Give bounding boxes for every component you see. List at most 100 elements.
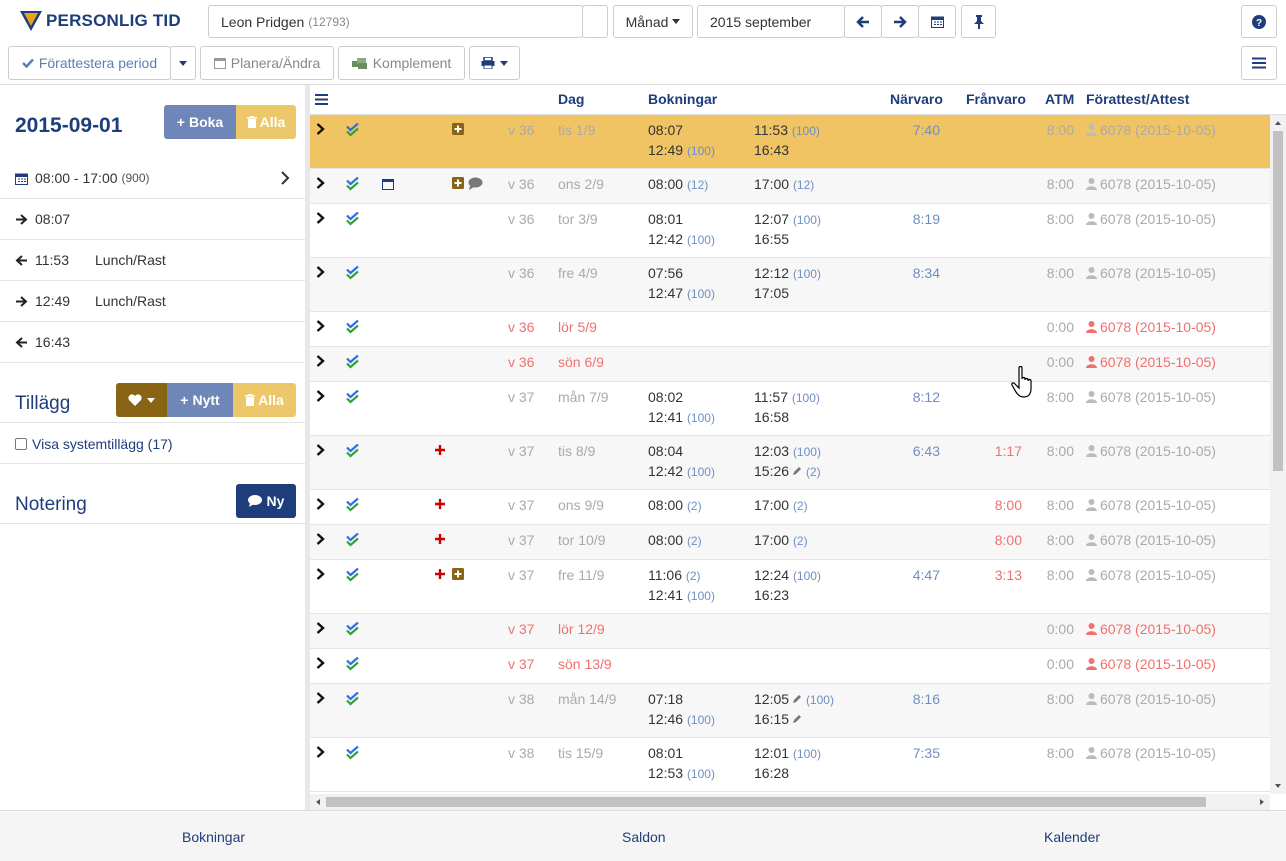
vertical-scrollbar[interactable] xyxy=(1270,115,1286,794)
grid-row[interactable]: v 36 tis 1/9 08:07 11:53 (100) 12:49 (100) 1… xyxy=(310,115,1270,169)
grid-row[interactable]: v 37 tor 10/9 08:00 (2) 17:00 (2) 8:00 8:00 60… xyxy=(310,525,1270,560)
complement-button[interactable]: Komplement xyxy=(338,46,465,80)
nav-balances[interactable]: Saldon xyxy=(622,829,666,845)
expand-row-icon[interactable] xyxy=(316,498,325,510)
grid-row[interactable]: v 37 sön 13/9 0:00 6078 (2015-10-05) xyxy=(310,649,1270,684)
employee-clear-button[interactable] xyxy=(582,5,608,38)
expand-row-icon[interactable] xyxy=(316,355,325,367)
horizontal-scroll-thumb[interactable] xyxy=(326,797,1206,807)
grid-row[interactable]: v 37 mån 7/9 08:02 11:57 (100) 12:41 (100) 1… xyxy=(310,382,1270,436)
expand-row-icon[interactable] xyxy=(316,746,325,758)
previous-period-button[interactable] xyxy=(844,5,882,38)
header-day[interactable]: Dag xyxy=(558,91,584,107)
expand-row-icon[interactable] xyxy=(316,657,325,669)
grid-row[interactable]: v 36 tor 3/9 08:01 12:07 (100) 12:42 (100) 1… xyxy=(310,204,1270,258)
help-button[interactable]: ? xyxy=(1241,5,1277,38)
scroll-left-icon[interactable] xyxy=(311,794,325,810)
day-label[interactable]: tis 1/9 xyxy=(558,122,595,138)
day-label[interactable]: tor 10/9 xyxy=(558,532,605,548)
day-label[interactable]: tis 15/9 xyxy=(558,745,603,761)
header-presence[interactable]: Närvaro xyxy=(890,91,943,107)
double-check-icon xyxy=(346,657,359,671)
grid-row[interactable]: v 36 ons 2/9 08:00 (12) 17:00 (12) 8:00 6078 … xyxy=(310,169,1270,204)
expand-row-icon[interactable] xyxy=(316,533,325,545)
punch-row-1[interactable]: 08:07 xyxy=(0,199,305,240)
all-additions-button[interactable]: Alla xyxy=(233,383,296,417)
vertical-scroll-thumb[interactable] xyxy=(1273,131,1283,471)
day-label[interactable]: sön 6/9 xyxy=(558,354,604,370)
expand-row-icon[interactable] xyxy=(316,568,325,580)
schedule-time: 08:00 - 17:00 xyxy=(35,170,118,186)
grid-row[interactable]: v 37 lör 12/9 0:00 6078 (2015-10-05) xyxy=(310,614,1270,649)
book-button[interactable]: + Boka xyxy=(164,105,236,139)
scroll-down-icon[interactable] xyxy=(1270,779,1286,793)
pin-button[interactable] xyxy=(961,5,996,38)
grid-row[interactable]: v 38 tis 15/9 08:01 12:01 (100) 12:53 (100)… xyxy=(310,738,1270,792)
new-addition-button[interactable]: + Nytt xyxy=(167,383,233,417)
punch-row-2[interactable]: 11:53 Lunch/Rast xyxy=(0,240,305,281)
employee-search-input[interactable]: Leon Pridgen (12793) xyxy=(208,5,583,38)
booking-end: 12:24 (100) xyxy=(754,567,821,583)
column-menu-icon[interactable] xyxy=(315,94,328,105)
header-atm[interactable]: ATM xyxy=(1045,91,1074,107)
comment-icon xyxy=(468,177,483,190)
day-label[interactable]: fre 4/9 xyxy=(558,265,598,281)
additions-plus-icon xyxy=(452,123,464,135)
expand-row-icon[interactable] xyxy=(316,123,325,135)
booking-start: 12:53 (100) xyxy=(648,765,715,781)
header-absence[interactable]: Frånvaro xyxy=(966,91,1026,107)
note-title: Notering xyxy=(15,494,87,515)
header-bookings[interactable]: Bokningar xyxy=(648,91,717,107)
pre-attest-dropdown-toggle[interactable] xyxy=(170,46,196,80)
punch-row-3[interactable]: 12:49 Lunch/Rast xyxy=(0,281,305,322)
expand-row-icon[interactable] xyxy=(316,692,325,704)
day-label[interactable]: mån 7/9 xyxy=(558,389,609,405)
day-label[interactable]: tor 3/9 xyxy=(558,211,598,227)
grid-row[interactable]: v 36 fre 4/9 07:56 12:12 (100) 12:47 (100) 1… xyxy=(310,258,1270,312)
expand-row-icon[interactable] xyxy=(316,266,325,278)
day-label[interactable]: ons 9/9 xyxy=(558,497,604,513)
day-label[interactable]: ons 2/9 xyxy=(558,176,604,192)
grid-row[interactable]: v 36 sön 6/9 0:00 6078 (2015-10-05) xyxy=(310,347,1270,382)
week-number: v 38 xyxy=(508,745,535,761)
day-label[interactable]: fre 11/9 xyxy=(558,567,604,583)
day-label[interactable]: lör 5/9 xyxy=(558,319,597,335)
booking-start: 12:49 (100) xyxy=(648,142,715,158)
grid-row[interactable]: v 36 lör 5/9 0:00 6078 (2015-10-05) xyxy=(310,312,1270,347)
pre-attest-period-button[interactable]: Förattestera period xyxy=(8,46,171,80)
grid-row[interactable]: v 37 ons 9/9 08:00 (2) 17:00 (2) 8:00 8:00 607… xyxy=(310,490,1270,525)
expand-row-icon[interactable] xyxy=(316,320,325,332)
show-system-checkbox[interactable] xyxy=(15,438,27,450)
show-system-additions[interactable]: Visa systemtillägg (17) xyxy=(15,436,173,452)
period-value-field[interactable]: 2015 september xyxy=(697,5,845,38)
grid-row[interactable]: v 37 fre 11/9 11:06 (2) 12:24 (100) 12:41 (1… xyxy=(310,560,1270,614)
favorite-additions-dropdown[interactable] xyxy=(116,383,167,417)
day-label[interactable]: sön 13/9 xyxy=(558,656,612,672)
plan-edit-button[interactable]: Planera/Ändra xyxy=(200,46,334,80)
header-attest[interactable]: Förattest/Attest xyxy=(1086,91,1189,107)
expand-row-icon[interactable] xyxy=(316,390,325,402)
horizontal-scrollbar[interactable] xyxy=(310,794,1270,810)
scroll-right-icon[interactable] xyxy=(1255,794,1269,810)
print-button[interactable] xyxy=(469,46,520,80)
schedule-row[interactable]: 08:00 - 17:00 (900) xyxy=(0,158,305,199)
expand-row-icon[interactable] xyxy=(316,444,325,456)
new-note-button[interactable]: Ny xyxy=(236,484,296,518)
period-mode-dropdown[interactable]: Månad xyxy=(613,5,693,38)
day-label[interactable]: mån 14/9 xyxy=(558,691,616,707)
expand-row-icon[interactable] xyxy=(316,177,325,189)
grid-row[interactable]: v 37 tis 8/9 08:04 12:03 (100) 12:42 (100) 1… xyxy=(310,436,1270,490)
next-period-button[interactable] xyxy=(881,5,919,38)
all-bookings-button[interactable]: Alla xyxy=(236,105,296,139)
nav-calendar[interactable]: Kalender xyxy=(1044,829,1100,845)
expand-row-icon[interactable] xyxy=(316,212,325,224)
day-label[interactable]: tis 8/9 xyxy=(558,443,595,459)
nav-bookings[interactable]: Bokningar xyxy=(182,829,245,845)
day-label[interactable]: lör 12/9 xyxy=(558,621,605,637)
calendar-picker-button[interactable] xyxy=(918,5,956,38)
main-menu-button[interactable] xyxy=(1241,46,1277,80)
scroll-up-icon[interactable] xyxy=(1270,116,1286,130)
grid-row[interactable]: v 38 mån 14/9 07:18 12:05 (100) 12:46 (100)… xyxy=(310,684,1270,738)
punch-row-4[interactable]: 16:43 xyxy=(0,322,305,363)
expand-row-icon[interactable] xyxy=(316,622,325,634)
